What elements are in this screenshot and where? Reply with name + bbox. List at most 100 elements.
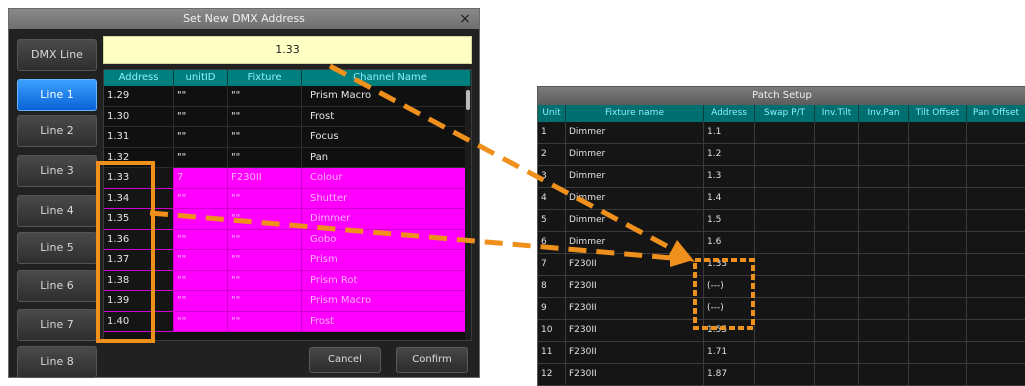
cell-empty[interactable] — [755, 144, 815, 165]
cell-empty[interactable] — [967, 144, 1025, 165]
patch-row[interactable]: 5 Dimmer 1.5 — [538, 210, 1025, 232]
cell-empty[interactable] — [815, 210, 859, 231]
cell-empty[interactable] — [967, 188, 1025, 209]
cell-empty[interactable] — [755, 298, 815, 319]
patch-row[interactable]: 4 Dimmer 1.4 — [538, 188, 1025, 210]
cell-empty[interactable] — [815, 320, 859, 341]
cell-empty[interactable] — [967, 232, 1025, 253]
cell-empty[interactable] — [909, 342, 967, 363]
cell-empty[interactable] — [859, 210, 909, 231]
cell-empty[interactable] — [815, 232, 859, 253]
cell-unit: 2 — [538, 144, 566, 165]
patch-row[interactable]: 1 Dimmer 1.1 — [538, 122, 1025, 144]
cell-empty[interactable] — [909, 320, 967, 341]
cell-empty[interactable] — [909, 166, 967, 187]
patch-row[interactable]: 11 F230II 1.71 — [538, 342, 1025, 364]
patch-row[interactable]: 3 Dimmer 1.3 — [538, 166, 1025, 188]
cell-empty[interactable] — [815, 342, 859, 363]
cell-empty[interactable] — [755, 210, 815, 231]
cell-empty[interactable] — [967, 166, 1025, 187]
patch-row[interactable]: 8 F230II (---) — [538, 276, 1025, 298]
cell-empty[interactable] — [755, 276, 815, 297]
line-2-button[interactable]: Line 2 — [17, 115, 97, 147]
cell-empty[interactable] — [909, 122, 967, 143]
cell-empty[interactable] — [755, 364, 815, 385]
cell-empty[interactable] — [909, 298, 967, 319]
cell-empty[interactable] — [859, 144, 909, 165]
cell-empty[interactable] — [755, 232, 815, 253]
cell-empty[interactable] — [815, 166, 859, 187]
line-8-button[interactable]: Line 8 — [17, 346, 97, 378]
cell-empty[interactable] — [755, 188, 815, 209]
cell-empty[interactable] — [859, 320, 909, 341]
cell-empty[interactable] — [967, 364, 1025, 385]
cell-empty[interactable] — [859, 364, 909, 385]
cell-empty[interactable] — [755, 166, 815, 187]
cell-empty[interactable] — [909, 232, 967, 253]
cell-empty[interactable] — [967, 122, 1025, 143]
channel-row[interactable]: 1.38 "" "" Prism Rot — [104, 270, 471, 291]
line-6-button[interactable]: Line 6 — [17, 270, 97, 302]
channel-row[interactable]: 1.33 7 F230II Colour — [104, 168, 471, 189]
channel-row[interactable]: 1.29 "" "" Prism Macro — [104, 86, 471, 107]
channel-row[interactable]: 1.40 "" "" Frost — [104, 311, 471, 332]
cell-empty[interactable] — [859, 122, 909, 143]
patch-row[interactable]: 12 F230II 1.87 — [538, 364, 1025, 386]
cell-empty[interactable] — [909, 144, 967, 165]
cell-empty[interactable] — [909, 364, 967, 385]
cell-empty[interactable] — [909, 188, 967, 209]
channel-row[interactable]: 1.39 "" "" Prism Macro — [104, 291, 471, 312]
cell-empty[interactable] — [967, 276, 1025, 297]
channel-row[interactable]: 1.37 "" "" Prism — [104, 250, 471, 271]
line-1-button[interactable]: Line 1 — [17, 79, 97, 111]
cell-empty[interactable] — [967, 254, 1025, 275]
cell-empty[interactable] — [815, 188, 859, 209]
patch-row[interactable]: 6 Dimmer 1.6 — [538, 232, 1025, 254]
cell-empty[interactable] — [967, 342, 1025, 363]
cell-empty[interactable] — [815, 364, 859, 385]
cell-empty[interactable] — [909, 210, 967, 231]
patch-row[interactable]: 7 F230II 1.33 — [538, 254, 1025, 276]
close-icon[interactable]: × — [457, 9, 473, 29]
cell-empty[interactable] — [859, 342, 909, 363]
cell-empty[interactable] — [755, 254, 815, 275]
cell-empty[interactable] — [815, 276, 859, 297]
cell-empty[interactable] — [859, 298, 909, 319]
cell-empty[interactable] — [967, 210, 1025, 231]
cell-empty[interactable] — [815, 144, 859, 165]
channel-row[interactable]: 1.30 "" "" Frost — [104, 106, 471, 127]
channel-table-scrollbar[interactable] — [465, 86, 471, 340]
cell-empty[interactable] — [815, 298, 859, 319]
line-4-button[interactable]: Line 4 — [17, 195, 97, 227]
channel-row[interactable]: 1.36 "" "" Gobo — [104, 229, 471, 250]
cell-empty[interactable] — [909, 254, 967, 275]
channel-row[interactable]: 1.35 "" "" Dimmer — [104, 209, 471, 230]
dmx-address-input[interactable]: 1.33 — [103, 36, 472, 64]
line-5-button[interactable]: Line 5 — [17, 232, 97, 264]
cell-empty[interactable] — [755, 320, 815, 341]
cell-empty[interactable] — [909, 276, 967, 297]
cell-empty[interactable] — [859, 166, 909, 187]
cell-empty[interactable] — [859, 254, 909, 275]
cell-empty[interactable] — [815, 254, 859, 275]
line-3-button[interactable]: Line 3 — [17, 155, 97, 187]
patch-row[interactable]: 2 Dimmer 1.2 — [538, 144, 1025, 166]
channel-row[interactable]: 1.34 "" "" Shutter — [104, 188, 471, 209]
confirm-button[interactable]: Confirm — [396, 347, 468, 373]
patch-row[interactable]: 10 F230II 1.55 — [538, 320, 1025, 342]
cell-empty[interactable] — [967, 320, 1025, 341]
cell-empty[interactable] — [859, 276, 909, 297]
line-7-button[interactable]: Line 7 — [17, 309, 97, 341]
cell-empty[interactable] — [755, 122, 815, 143]
cell-empty[interactable] — [755, 342, 815, 363]
channel-row[interactable]: 1.31 "" "" Focus — [104, 127, 471, 148]
cancel-button[interactable]: Cancel — [309, 347, 381, 373]
cell-empty[interactable] — [859, 188, 909, 209]
scrollbar-thumb[interactable] — [466, 90, 470, 110]
patch-row[interactable]: 9 F230II (---) — [538, 298, 1025, 320]
cell-channel-name: Frost — [302, 311, 471, 331]
channel-row[interactable]: 1.32 "" "" Pan — [104, 147, 471, 168]
cell-empty[interactable] — [967, 298, 1025, 319]
cell-empty[interactable] — [815, 122, 859, 143]
cell-empty[interactable] — [859, 232, 909, 253]
